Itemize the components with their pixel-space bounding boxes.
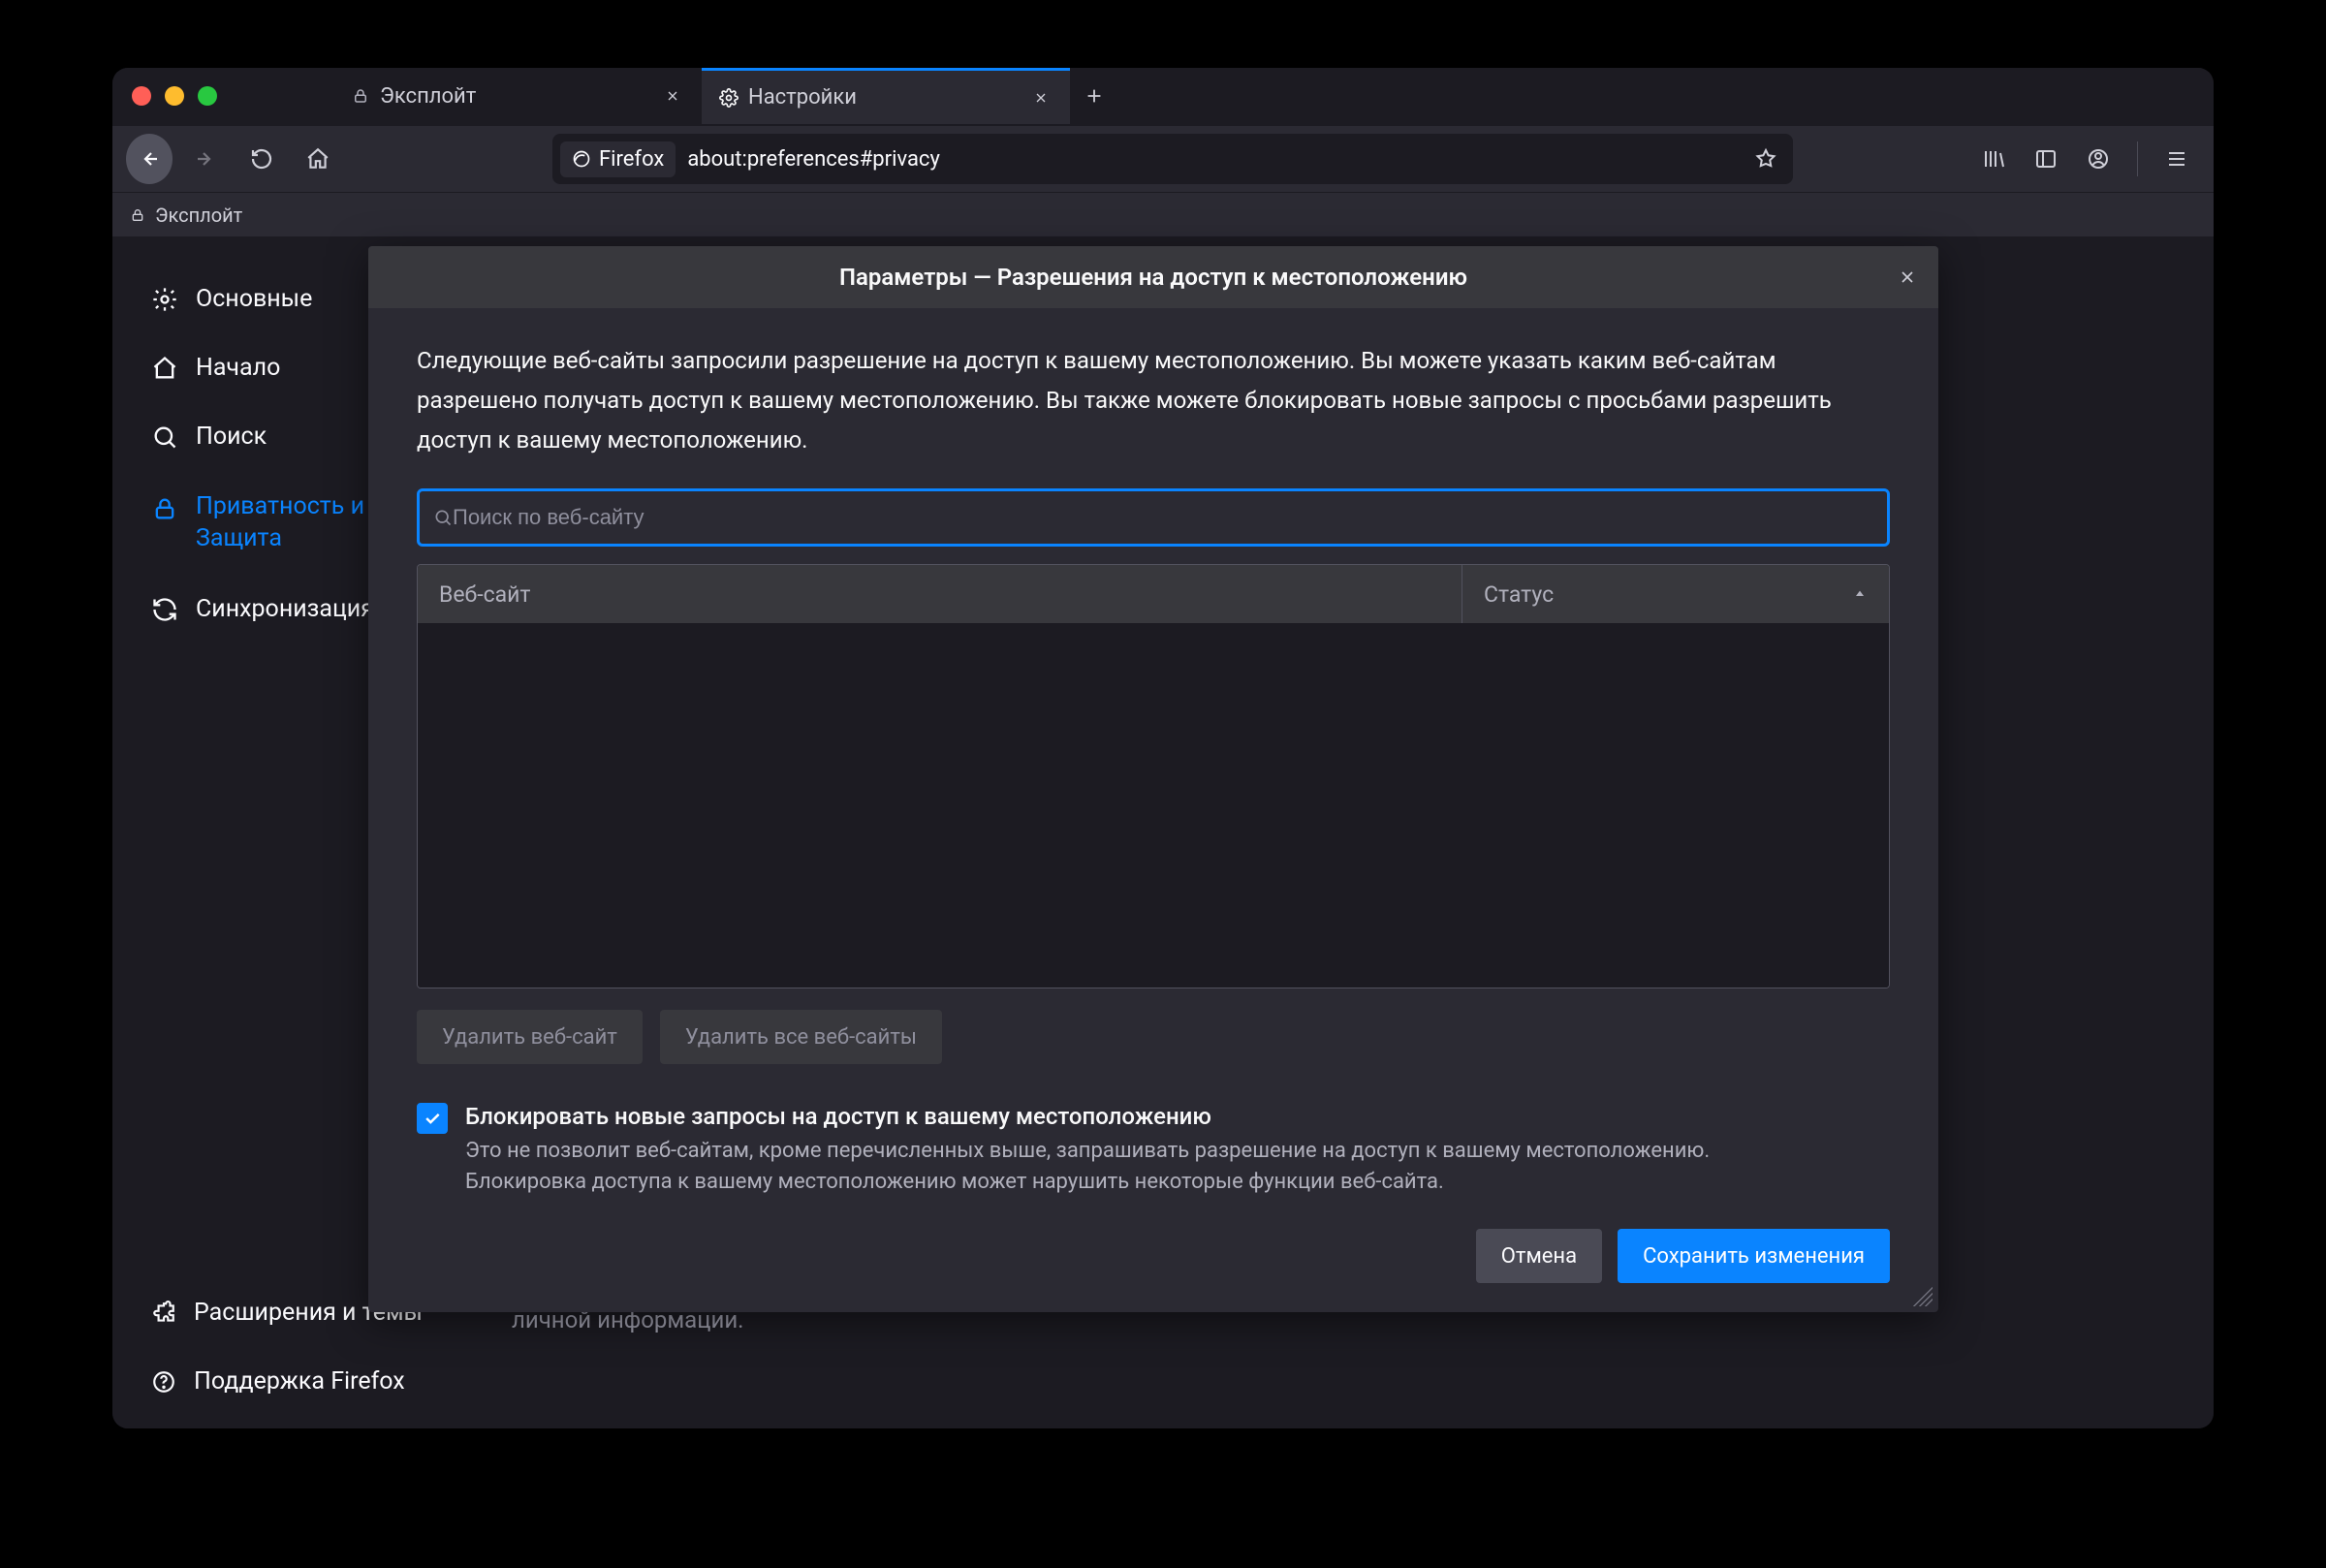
nav-back-button[interactable] bbox=[126, 136, 173, 182]
block-new-label: Блокировать новые запросы на доступ к ва… bbox=[465, 1103, 1822, 1130]
sync-icon bbox=[151, 596, 178, 623]
sidebar-item-label: Поддержка Firefox bbox=[194, 1367, 405, 1396]
help-icon bbox=[151, 1369, 176, 1395]
gear-icon bbox=[719, 88, 739, 108]
column-header-site[interactable]: Веб-сайт bbox=[418, 565, 1462, 623]
dialog-title: Параметры — Разрешения на доступ к место… bbox=[839, 264, 1467, 291]
block-new-checkbox[interactable] bbox=[417, 1103, 448, 1134]
bookmark-item[interactable]: Эксплойт bbox=[155, 204, 242, 227]
dialog-header: Параметры — Разрешения на доступ к место… bbox=[368, 246, 1938, 308]
permissions-dialog: Параметры — Разрешения на доступ к место… bbox=[368, 246, 1938, 1312]
library-button[interactable] bbox=[1970, 136, 2017, 182]
dialog-close-button[interactable] bbox=[1892, 262, 1923, 293]
tab-strip: Эксплойт Настройки bbox=[333, 68, 1118, 124]
resize-grip[interactable] bbox=[1913, 1287, 1933, 1306]
url-text: about:preferences#privacy bbox=[687, 147, 940, 172]
firefox-icon bbox=[572, 149, 591, 169]
navbar: Firefox about:preferences#privacy bbox=[112, 126, 2214, 192]
nav-forward-button[interactable] bbox=[182, 136, 229, 182]
app-menu-button[interactable] bbox=[2153, 136, 2200, 182]
toolbar-right bbox=[1970, 136, 2200, 182]
sidebar-item-label: Синхронизация bbox=[196, 595, 374, 623]
tab-close-button[interactable] bbox=[661, 84, 684, 108]
sidebar-item-label: Поиск bbox=[196, 423, 267, 451]
dialog-footer: Отмена Сохранить изменения bbox=[417, 1229, 1890, 1291]
home-icon bbox=[151, 355, 178, 382]
window-maximize-button[interactable] bbox=[198, 86, 217, 106]
gear-icon bbox=[151, 286, 178, 313]
toolbar-divider bbox=[2137, 141, 2138, 176]
bookmark-star-button[interactable] bbox=[1746, 147, 1785, 171]
sidebar-toggle-button[interactable] bbox=[2023, 136, 2069, 182]
content: Основные Начало Поиск Приватность и Защи… bbox=[112, 236, 2214, 1428]
sidebar-item-label: Начало bbox=[196, 354, 280, 382]
nav-home-button[interactable] bbox=[295, 136, 341, 182]
tab-label: Эксплойт bbox=[380, 84, 476, 109]
save-changes-button[interactable]: Сохранить изменения bbox=[1618, 1229, 1890, 1283]
cancel-button[interactable]: Отмена bbox=[1476, 1229, 1602, 1283]
traffic-lights bbox=[112, 86, 236, 106]
browser-window: Эксплойт Настройки bbox=[112, 68, 2214, 1428]
bookmarks-toolbar: Эксплойт bbox=[112, 192, 2214, 236]
column-header-status[interactable]: Статус bbox=[1462, 565, 1889, 623]
permissions-table: Веб-сайт Статус bbox=[417, 564, 1890, 988]
remove-buttons-row: Удалить веб-сайт Удалить все веб-сайты bbox=[417, 1010, 1890, 1064]
table-header: Веб-сайт Статус bbox=[418, 565, 1889, 623]
block-new-description: Это не позволит веб-сайтам, кроме перечи… bbox=[465, 1136, 1822, 1198]
search-icon bbox=[151, 423, 178, 451]
remove-all-sites-button[interactable]: Удалить все веб-сайты bbox=[660, 1010, 942, 1064]
account-button[interactable] bbox=[2075, 136, 2122, 182]
site-search-input[interactable] bbox=[453, 505, 1873, 530]
identity-box[interactable]: Firefox bbox=[560, 141, 676, 177]
sort-arrow-up-icon bbox=[1852, 586, 1868, 602]
search-field-wrap bbox=[417, 488, 1890, 547]
dialog-description: Следующие веб-сайты запросили разрешение… bbox=[417, 341, 1890, 459]
sidebar-item-label: Приватность и bbox=[196, 491, 364, 523]
block-new-row: Блокировать новые запросы на доступ к ва… bbox=[417, 1103, 1890, 1198]
lock-icon bbox=[151, 495, 178, 522]
nav-reload-button[interactable] bbox=[238, 136, 285, 182]
dialog-body: Следующие веб-сайты запросили разрешение… bbox=[368, 308, 1938, 1312]
tab-settings[interactable]: Настройки bbox=[702, 68, 1070, 124]
tab-close-button[interactable] bbox=[1029, 86, 1053, 110]
new-tab-button[interactable] bbox=[1070, 68, 1118, 124]
window-minimize-button[interactable] bbox=[165, 86, 184, 106]
lock-icon bbox=[130, 207, 145, 223]
sidebar-item-label: Защита bbox=[196, 523, 364, 555]
titlebar: Эксплойт Настройки bbox=[112, 68, 2214, 126]
window-close-button[interactable] bbox=[132, 86, 151, 106]
lock-icon bbox=[351, 86, 370, 106]
table-body bbox=[418, 623, 1889, 988]
tab-exploit[interactable]: Эксплойт bbox=[333, 68, 702, 124]
search-icon bbox=[433, 508, 453, 527]
sidebar-item-label: Основные bbox=[196, 285, 312, 313]
sidebar-item-support[interactable]: Поддержка Firefox bbox=[151, 1358, 430, 1405]
puzzle-icon bbox=[151, 1301, 176, 1326]
remove-site-button[interactable]: Удалить веб-сайт bbox=[417, 1010, 643, 1064]
tab-label: Настройки bbox=[748, 85, 857, 110]
urlbar[interactable]: Firefox about:preferences#privacy bbox=[552, 134, 1793, 184]
identity-label: Firefox bbox=[599, 147, 664, 172]
